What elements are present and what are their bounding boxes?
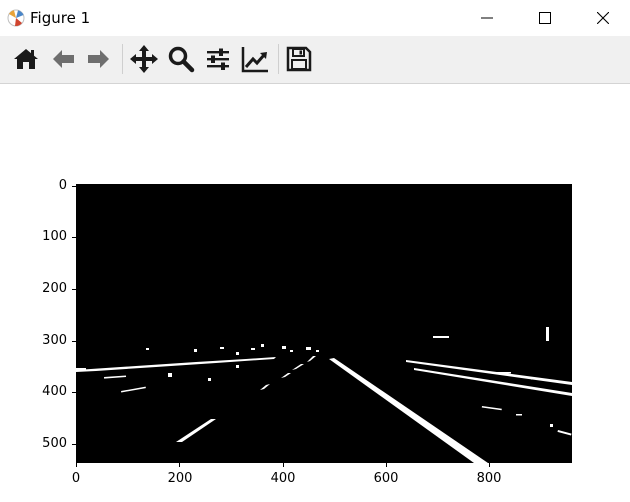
pan-button[interactable] <box>127 42 161 76</box>
minimize-button[interactable] <box>458 0 516 36</box>
back-button[interactable] <box>46 42 80 76</box>
save-button[interactable] <box>282 42 316 76</box>
app-icon <box>7 9 25 27</box>
line-fragment <box>76 368 86 370</box>
x-tick-label: 0 <box>71 471 81 486</box>
y-tick-label: 400 <box>42 384 67 399</box>
subplots-config-icon <box>207 48 229 70</box>
x-tick-label: 600 <box>373 471 399 486</box>
line-fragment <box>236 352 239 355</box>
y-tick-mark <box>72 444 76 445</box>
line-fragment <box>261 344 264 347</box>
line-fragment <box>546 327 549 341</box>
back-arrow-icon <box>53 50 74 68</box>
x-tick-mark <box>179 463 180 467</box>
forward-arrow-icon <box>88 50 109 68</box>
line-fragment <box>433 336 449 338</box>
line-fragment <box>194 349 197 352</box>
line-fragment <box>251 348 255 350</box>
line-fragment <box>316 350 319 352</box>
edit-axis-curve-icon <box>241 47 268 73</box>
y-tick-label: 300 <box>42 333 67 348</box>
line-fragment <box>208 378 211 381</box>
line-fragment <box>146 348 149 350</box>
subplots-button[interactable] <box>201 42 235 76</box>
y-tick-mark <box>72 392 76 393</box>
toolbar-separator <box>122 44 123 74</box>
save-floppy-icon <box>286 46 312 72</box>
window-titlebar: Figure 1 <box>0 0 630 36</box>
y-tick-mark <box>72 289 76 290</box>
line-fragment <box>496 372 511 374</box>
minimize-icon <box>481 17 493 19</box>
maximize-button[interactable] <box>516 0 574 36</box>
x-tick-mark <box>76 463 77 467</box>
x-tick-mark <box>283 463 284 467</box>
line-fragment <box>220 347 224 349</box>
line-fragment <box>290 350 293 352</box>
x-tick-label: 200 <box>167 471 193 486</box>
y-tick-label: 0 <box>58 178 67 193</box>
home-button[interactable] <box>9 42 43 76</box>
forward-button[interactable] <box>82 42 116 76</box>
y-tick-mark <box>72 237 76 238</box>
y-tick-label: 200 <box>42 281 67 296</box>
pan-move-icon <box>130 45 158 73</box>
line-fragment <box>168 373 172 377</box>
toolbar-separator <box>278 44 279 74</box>
line-fragment <box>236 365 239 368</box>
window-title: Figure 1 <box>30 9 91 27</box>
zoom-magnifier-icon <box>168 46 195 73</box>
zoom-button[interactable] <box>164 42 198 76</box>
maximize-icon <box>539 12 551 24</box>
y-tick-mark <box>72 186 76 187</box>
close-icon <box>597 12 609 24</box>
line-fragment <box>550 424 553 427</box>
line-fragment <box>282 346 286 349</box>
line-fragment <box>516 414 522 416</box>
close-button[interactable] <box>574 0 630 36</box>
line-fragment <box>306 347 311 350</box>
y-tick-label: 500 <box>42 436 67 451</box>
y-tick-mark <box>72 341 76 342</box>
plot-image <box>76 184 572 463</box>
home-icon <box>14 49 38 69</box>
x-tick-mark <box>489 463 490 467</box>
line-fragment <box>531 378 541 380</box>
navigation-toolbar <box>0 36 630 84</box>
x-tick-label: 800 <box>476 471 502 486</box>
edit-axis-button[interactable] <box>238 42 272 76</box>
y-tick-label: 100 <box>42 229 67 244</box>
x-tick-label: 400 <box>270 471 296 486</box>
x-tick-mark <box>386 463 387 467</box>
